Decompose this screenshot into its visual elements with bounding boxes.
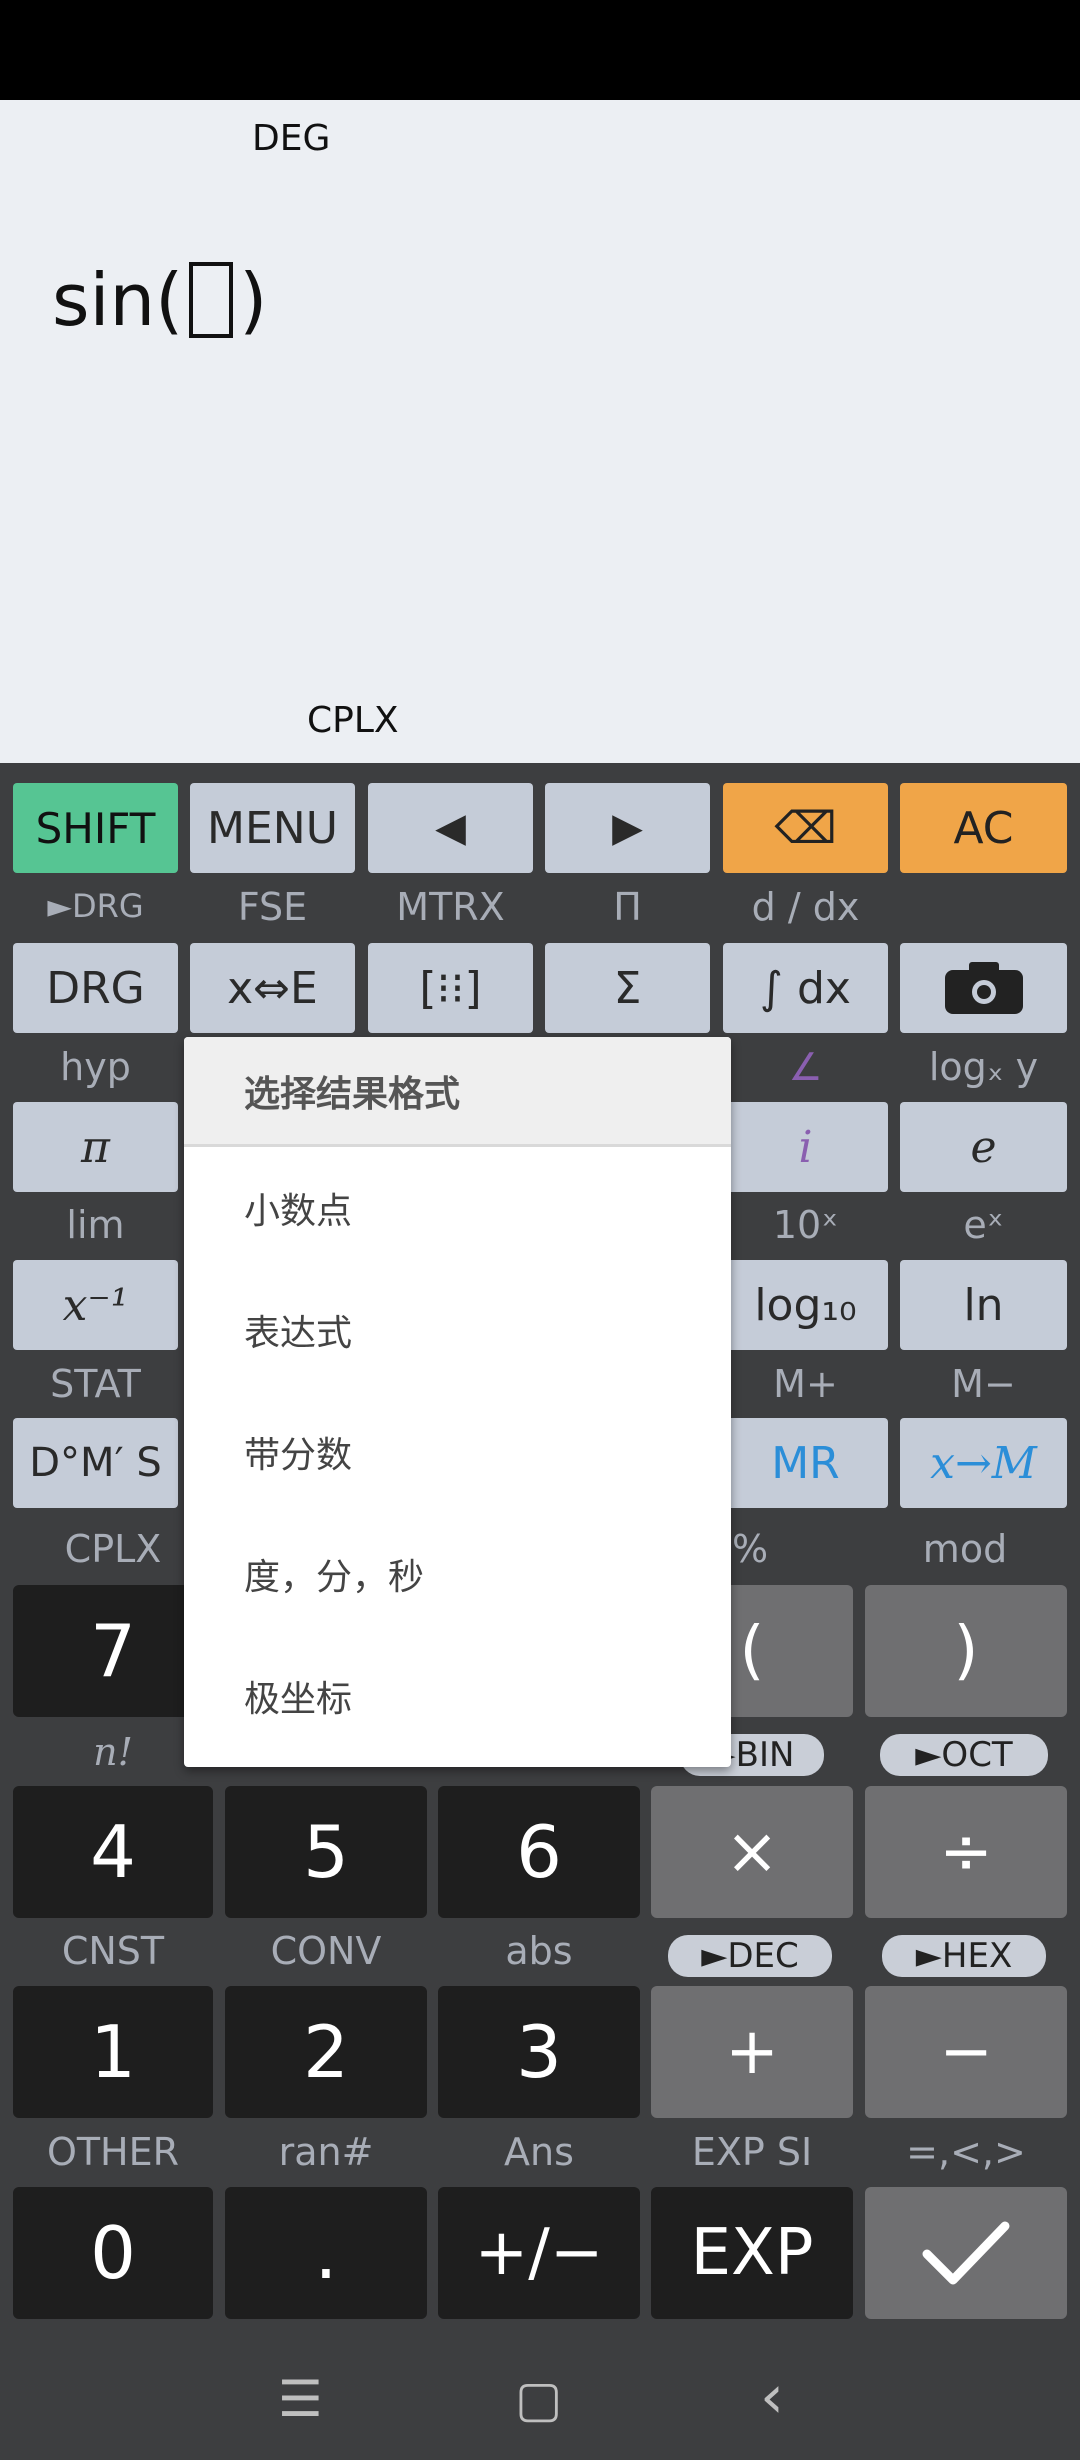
menu-item-decimal[interactable]: 小数点 [184, 1147, 731, 1269]
imaginary-i-button[interactable]: i [723, 1102, 888, 1192]
expression-prefix: sin( [52, 258, 184, 342]
ln-button[interactable]: ln [900, 1260, 1067, 1350]
label-mod: mod [922, 1527, 1008, 1571]
label-e-power: eˣ [963, 1203, 1004, 1247]
digit-5-button[interactable]: 5 [225, 1786, 427, 1918]
digit-7-button[interactable]: 7 [13, 1585, 213, 1717]
label-random: ran# [278, 2130, 374, 2174]
close-paren-button[interactable]: ) [865, 1585, 1067, 1717]
pi-button[interactable]: π [13, 1102, 178, 1192]
label-mtrx: MTRX [396, 885, 505, 929]
shift-button[interactable]: SHIFT [13, 783, 178, 873]
label-lim: lim [66, 1203, 125, 1247]
plus-button[interactable]: + [651, 1986, 853, 2118]
status-bar [0, 0, 1080, 100]
cursor-right-button[interactable]: ▶ [545, 783, 710, 873]
menu-item-expression[interactable]: 表达式 [184, 1269, 731, 1391]
digit-3-button[interactable]: 3 [438, 1986, 640, 2118]
integral-button[interactable]: ∫ dx [723, 943, 888, 1033]
checkmark-icon [922, 2221, 1010, 2285]
matrix-button[interactable]: [⁝⁝] [368, 943, 533, 1033]
label-stat: STAT [50, 1362, 141, 1406]
angle-mode-indicator: DEG [252, 118, 331, 159]
menu-item-degree-minute-second[interactable]: 度，分，秒 [184, 1513, 731, 1635]
enter-button[interactable] [865, 2187, 1067, 2319]
input-placeholder-box[interactable] [189, 262, 234, 338]
label-constants: CNST [61, 1929, 165, 1973]
digit-6-button[interactable]: 6 [438, 1786, 640, 1918]
expression[interactable]: sin( ) [52, 258, 267, 342]
label-answer: Ans [504, 2130, 574, 2174]
back-icon[interactable]: ‹ [760, 2362, 784, 2432]
x-to-e-button[interactable]: x⇔E [190, 943, 355, 1033]
label-other: OTHER [46, 2130, 180, 2174]
expression-suffix: ) [239, 258, 268, 342]
label-factorial: n! [93, 1730, 133, 1774]
digit-4-button[interactable]: 4 [13, 1786, 213, 1918]
label-m-minus: M− [951, 1362, 1016, 1406]
backspace-button[interactable]: ⌫ [723, 783, 888, 873]
camera-icon [944, 962, 1023, 1014]
label-exp-si: EXP SI [691, 2130, 813, 2174]
to-octal-label: ►OCT [880, 1734, 1048, 1776]
label-log-base: logₓ y [928, 1045, 1039, 1089]
camera-button[interactable] [900, 943, 1067, 1033]
digit-2-button[interactable]: 2 [225, 1986, 427, 2118]
home-icon[interactable]: ▢ [515, 2370, 562, 2428]
menu-item-mixed-fraction[interactable]: 带分数 [184, 1391, 731, 1513]
cursor-left-button[interactable]: ◀ [368, 783, 533, 873]
to-hex-label: ►HEX [882, 1935, 1046, 1977]
decimal-point-button[interactable]: . [225, 2187, 427, 2319]
menu-item-polar[interactable]: 极坐标 [184, 1635, 731, 1757]
result-format-menu: 选择结果格式 小数点 表达式 带分数 度，分，秒 极坐标 [184, 1037, 731, 1767]
digit-0-button[interactable]: 0 [13, 2187, 213, 2319]
label-drg-convert: ►DRG [47, 887, 144, 925]
label-convert: CONV [270, 1929, 382, 1973]
menu-button[interactable]: MENU [190, 783, 355, 873]
label-derivative: d / dx [751, 885, 860, 929]
label-ten-power: 10ˣ [772, 1203, 839, 1247]
recent-apps-icon[interactable]: ☰ [278, 2370, 323, 2428]
sigma-button[interactable]: Σ [545, 943, 710, 1033]
store-memory-button[interactable]: x→M [900, 1418, 1067, 1508]
display-area [0, 100, 1080, 763]
label-hyp: hyp [60, 1045, 131, 1089]
multiply-button[interactable]: × [651, 1786, 853, 1918]
label-cplx: CPLX [64, 1527, 162, 1571]
label-abs: abs [505, 1929, 573, 1973]
all-clear-button[interactable]: AC [900, 783, 1067, 873]
drg-button[interactable]: DRG [13, 943, 178, 1033]
exp-button[interactable]: EXP [651, 2187, 853, 2319]
label-compare: =,<,> [906, 2130, 1026, 2174]
euler-e-button[interactable]: e [900, 1102, 1067, 1192]
menu-title: 选择结果格式 [184, 1037, 731, 1147]
negate-button[interactable]: +/− [438, 2187, 640, 2319]
minus-button[interactable]: − [865, 1986, 1067, 2118]
reciprocal-button[interactable]: x⁻¹ [13, 1260, 178, 1350]
label-m-plus: M+ [773, 1362, 838, 1406]
to-decimal-label: ►DEC [668, 1935, 832, 1977]
label-product: Π [613, 885, 642, 929]
dms-button[interactable]: D°M′ S [13, 1418, 178, 1508]
log10-button[interactable]: log₁₀ [723, 1260, 888, 1350]
complex-mode-indicator: CPLX [307, 700, 399, 741]
memory-recall-button[interactable]: MR [723, 1418, 888, 1508]
digit-1-button[interactable]: 1 [13, 1986, 213, 2118]
divide-button[interactable]: ÷ [865, 1786, 1067, 1918]
label-fse: FSE [237, 885, 308, 929]
label-angle: ∠ [788, 1045, 823, 1089]
